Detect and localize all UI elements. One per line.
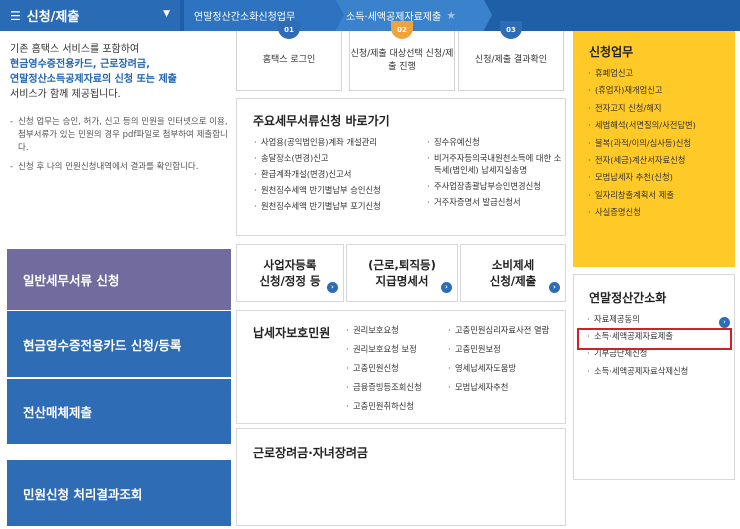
- payment-statement-button[interactable]: (근로,퇴직등) 지급명세서 ›: [346, 244, 458, 302]
- arrow-right-icon[interactable]: ›: [719, 317, 730, 328]
- apply-link[interactable]: 사실증명신청: [587, 206, 696, 218]
- intro-highlight: 의 신청 또는 제출: [102, 74, 177, 85]
- shortcut-link[interactable]: 원천징수세액 반기별납부 포기신청: [253, 200, 425, 212]
- consumption-tax-button[interactable]: 소비제세신청/제출 ›: [460, 244, 566, 302]
- taxpayer-link[interactable]: 권리보호요청 보정: [345, 344, 445, 355]
- trio-label: (근로,퇴직등) 지급명세서: [368, 257, 436, 289]
- taxpayer-protection-panel: 납세자보호민원 권리보호요청 권리보호요청 보정 고충민원신청 금융증빙등조회신…: [236, 310, 566, 424]
- step-result[interactable]: 03 신청/제출 결과확인: [458, 21, 564, 91]
- taxpayer-link[interactable]: 고충민원신청: [345, 363, 445, 374]
- work-incentive-title: 근로장려금·자녀장려금: [253, 446, 368, 460]
- intro-line: 연말정산소득공제자료의 신청 또는 제출: [10, 72, 228, 87]
- taxpayer-title: 납세자보호민원: [253, 326, 331, 340]
- intro-bullet: 신청 후 나의 민원신청내역에서 결과를 확인합니다.: [10, 161, 228, 174]
- top-nav: ☰ 신청/제출 ▼ 연말정산간소화신청업무 소득·세액공제자료제출 ★: [0, 0, 740, 31]
- apply-list: 휴폐업신고 (휴업자)재개업신고 전자고지 신청/해지 세법해석(서면질의/사전…: [587, 67, 696, 224]
- intro-bullets: 신청 업무는 승인, 허가, 신고 등의 민원을 인터넷으로 이용, 첨부서류가…: [10, 116, 228, 180]
- taxpayer-link[interactable]: 권리보호요청: [345, 325, 445, 336]
- apply-link[interactable]: 일자리창출계획서 제출: [587, 189, 696, 201]
- intro-highlight: 현금영수증전용카드, 근로장려금,: [10, 59, 150, 70]
- step-label: 신청/제출 결과확인: [474, 55, 548, 65]
- taxpayer-link[interactable]: 금융증빙등조회신청: [345, 382, 445, 393]
- taxpayer-link[interactable]: 고충민원심리자료사전 열람: [447, 325, 563, 336]
- favorite-star-icon[interactable]: ★: [446, 9, 456, 22]
- trio-line: 지급명세서: [375, 274, 429, 288]
- shortcut-link[interactable]: 징수유예신청: [426, 136, 564, 148]
- yearend-link[interactable]: 자료제공동의: [586, 313, 688, 325]
- process-steps: 01 홈택스 로그인 02 신청/제출 대상선택 신청/제출 진행 03 신청/…: [236, 21, 566, 91]
- caret-down-icon: ▼: [163, 9, 170, 19]
- apply-link[interactable]: 전자(세금)계산서자료신청: [587, 154, 696, 166]
- business-registration-button[interactable]: 사업자등록신청/정정 등 ›: [236, 244, 344, 302]
- yearend-link[interactable]: 기부금단체신청: [586, 347, 688, 359]
- yearend-panel: 연말정산간소화 자료제공동의 소득·세액공제자료제출 기부금단체신청 소득·세액…: [573, 274, 735, 480]
- apply-title: 신청업무: [589, 45, 634, 59]
- intro-highlight: 연말정산소득공제자료: [10, 74, 102, 85]
- civil-result-inquiry-button[interactable]: 민원신청 처리결과조회: [7, 460, 231, 526]
- apply-panel: 신청업무 휴폐업신고 (휴업자)재개업신고 전자고지 신청/해지 세법해석(서면…: [573, 31, 735, 267]
- shortcut-link[interactable]: 원천징수세액 반기별납부 승인신청: [253, 184, 425, 196]
- trio-line: 소비제세: [491, 258, 535, 272]
- shortcut-panel: 주요세무서류신청 바로가기 사업용(공익법인용)계좌 개설관리 송달장소(변경)…: [236, 98, 566, 236]
- intro-line: 서비스가 함께 제공됩니다.: [10, 89, 121, 100]
- step-number: 01: [278, 21, 300, 39]
- apply-link[interactable]: (휴업자)재개업신고: [587, 84, 696, 96]
- taxpayer-list-right: 고충민원심리자료사전 열람 고충민원보정 영세납세자도움방 모범납세자추천: [447, 325, 563, 401]
- shortcut-link[interactable]: 거주자증명서 발급신청서: [426, 196, 564, 208]
- step-login[interactable]: 01 홈택스 로그인: [236, 21, 342, 91]
- apply-link[interactable]: 휴폐업신고: [587, 67, 696, 79]
- work-incentive-panel[interactable]: 근로장려금·자녀장려금: [236, 428, 566, 526]
- shortcut-link[interactable]: 사업용(공익법인용)계좌 개설관리: [253, 136, 425, 148]
- menu-icon: ☰: [10, 8, 21, 23]
- intro-line: 기존 홈택스 서비스를 포함하여: [10, 44, 140, 55]
- trio-line: 사업자등록: [263, 258, 317, 272]
- main-menu-dropdown[interactable]: ☰ 신청/제출 ▼: [0, 0, 180, 31]
- trio-label: 사업자등록신청/정정 등: [259, 257, 320, 289]
- yearend-list: 자료제공동의 소득·세액공제자료제출 기부금단체신청 소득·세액공제자료삭제신청: [586, 313, 688, 382]
- arrow-right-icon: ›: [327, 282, 338, 293]
- yearend-title: 연말정산간소화: [589, 291, 667, 305]
- arrow-right-icon: ›: [549, 282, 560, 293]
- breadcrumb-arrow: [336, 0, 344, 30]
- trio-line: 신청/정정 등: [259, 274, 321, 288]
- trio-line: 신청/제출: [489, 274, 537, 288]
- yearend-link[interactable]: 소득·세액공제자료제출: [586, 330, 688, 342]
- apply-link[interactable]: 모범납세자 추천(신청): [587, 171, 696, 183]
- step-number: 02: [391, 21, 413, 39]
- shortcut-link[interactable]: 주사업장총괄납부승인변경신청: [426, 180, 564, 192]
- cash-receipt-card-button[interactable]: 현금영수증전용카드 신청/등록: [7, 311, 231, 377]
- main-menu-label: 신청/제출: [26, 10, 80, 25]
- shortcut-list-left: 사업용(공익법인용)계좌 개설관리 송달장소(변경)신고 환급계좌개설(변경)신…: [253, 136, 425, 216]
- taxpayer-link[interactable]: 모범납세자추천: [447, 382, 563, 393]
- breadcrumb-arrow: [484, 0, 492, 30]
- intro-bullet: 신청 업무는 승인, 허가, 신고 등의 민원을 인터넷으로 이용, 첨부서류가…: [10, 116, 228, 155]
- taxpayer-link[interactable]: 고충민원취하신청: [345, 401, 445, 412]
- step-label: 홈택스 로그인: [262, 55, 316, 65]
- general-tax-document-button[interactable]: 일반세무서류 신청: [7, 249, 231, 310]
- trio-label: 소비제세신청/제출: [490, 257, 537, 289]
- electronic-media-submit-button[interactable]: 전산매체제출: [7, 379, 231, 444]
- step-select[interactable]: 02 신청/제출 대상선택 신청/제출 진행: [349, 21, 455, 91]
- arrow-right-icon: ›: [441, 282, 452, 293]
- trio-line: (근로,퇴직등): [368, 258, 436, 272]
- step-number: 03: [500, 21, 522, 39]
- taxpayer-list-left: 권리보호요청 권리보호요청 보정 고충민원신청 금융증빙등조회신청 고충민원취하…: [345, 325, 445, 420]
- apply-link[interactable]: 세법해석(서면질의/사전답변): [587, 119, 696, 131]
- apply-link[interactable]: 전자고지 신청/해지: [587, 102, 696, 114]
- taxpayer-link[interactable]: 고충민원보정: [447, 344, 563, 355]
- apply-link[interactable]: 불복(과적/이의/심사등)신청: [587, 137, 696, 149]
- yearend-link[interactable]: 소득·세액공제자료삭제신청: [586, 365, 688, 377]
- shortcut-list-right: 징수유예신청 비거주자등의국내원천소득에 대한 소득세(법인세) 납세지실송명 …: [426, 136, 564, 212]
- shortcut-title: 주요세무서류신청 바로가기: [253, 114, 390, 128]
- breadcrumb-yearend-apply[interactable]: 연말정산간소화신청업무: [184, 0, 344, 31]
- intro-text: 기존 홈택스 서비스를 포함하여 현금영수증전용카드, 근로장려금, 연말정산소…: [10, 42, 228, 102]
- taxpayer-link[interactable]: 영세납세자도움방: [447, 363, 563, 374]
- shortcut-link[interactable]: 송달장소(변경)신고: [253, 152, 425, 164]
- shortcut-link[interactable]: 환급계좌개설(변경)신고서: [253, 168, 425, 180]
- shortcut-link[interactable]: 비거주자등의국내원천소득에 대한 소득세(법인세) 납세지실송명: [426, 152, 564, 176]
- step-label: 신청/제출 대상선택 신청/제출 진행: [350, 48, 454, 72]
